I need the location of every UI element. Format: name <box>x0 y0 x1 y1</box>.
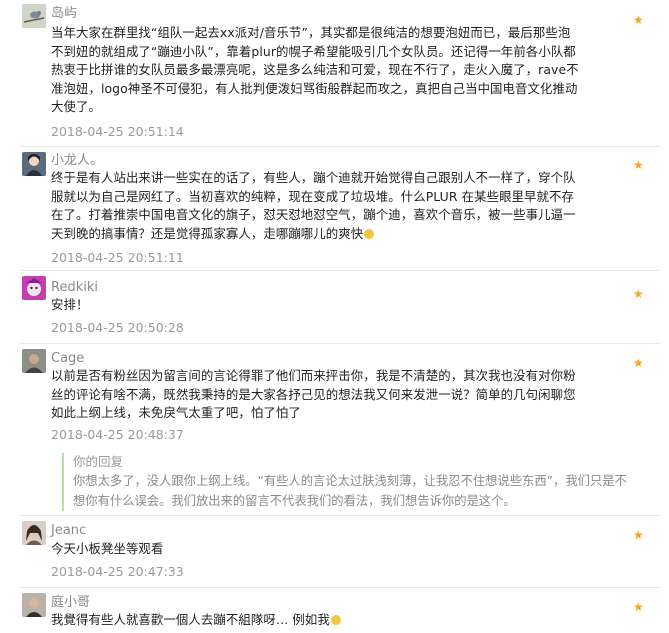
commenter-name[interactable]: Cage <box>51 351 84 367</box>
comment-item: 庭小哥 ★ 我覺得有些人就喜歡一個人去蹦不組隊呀… 例如我 <box>0 589 669 633</box>
star-icon[interactable]: ★ <box>633 357 644 369</box>
commenter-name[interactable]: Jeanc <box>51 523 86 539</box>
star-icon[interactable]: ★ <box>633 159 644 171</box>
divider <box>20 343 660 344</box>
comment-time: 2018-04-25 20:51:14 <box>51 124 184 139</box>
comment-text: 终于是有人站出来讲一些实在的话了，有些人，蹦个迪就开始觉得自己跟别人不一样了，穿… <box>51 169 581 243</box>
divider <box>20 270 660 271</box>
comment-item: 小龙人。 ★ 终于是有人站出来讲一些实在的话了，有些人，蹦个迪就开始觉得自己跟别… <box>0 149 669 269</box>
comment-text: 安排！ <box>51 297 89 312</box>
comment-item: 岛屿 ★ 当年大家在群里找“组队一起去xx派对/音乐节”，其实都是很纯洁的想要泡… <box>0 0 669 150</box>
bird-on-branch-avatar[interactable] <box>22 4 46 28</box>
person-photo-avatar[interactable] <box>22 593 46 617</box>
reply-text: 你想太多了，没人跟你上纲上线。“有些人的言论太过肤浅刻薄，让我忍不住想说些东西”… <box>73 474 627 508</box>
author-reply: 你的回复 你想太多了，没人跟你上纲上线。“有些人的言论太过肤浅刻薄，让我忍不住想… <box>62 453 633 511</box>
star-icon[interactable]: ★ <box>633 14 644 26</box>
reply-label: 你的回复 <box>73 454 124 469</box>
divider <box>20 146 660 147</box>
star-icon[interactable]: ★ <box>633 288 644 300</box>
comment-text: 我覺得有些人就喜歡一個人去蹦不組隊呀… 例如我 <box>51 611 581 630</box>
comment-text-body: 终于是有人站出来讲一些实在的话了，有些人，蹦个迪就开始觉得自己跟别人不一样了，穿… <box>51 170 576 241</box>
comment-text-body: 我覺得有些人就喜歡一個人去蹦不組隊呀… 例如我 <box>51 612 330 627</box>
commenter-name[interactable]: 岛屿 <box>51 6 77 22</box>
comment-item: Redkiki ★ 安排！ 2018-04-25 20:50:28 <box>0 272 669 340</box>
comment-item: Cage ★ 以前是否有粉丝因为留言间的言论得罪了他们而来抨击你，我是不清楚的，… <box>0 345 669 515</box>
commenter-name[interactable]: Redkiki <box>51 280 98 296</box>
smile-emoji-icon <box>330 615 341 625</box>
woman-photo-avatar[interactable] <box>22 521 46 545</box>
comment-time: 2018-04-25 20:51:11 <box>51 250 184 265</box>
commenter-name[interactable]: 庭小哥 <box>51 595 90 611</box>
man-photo-avatar[interactable] <box>22 349 46 373</box>
star-icon[interactable]: ★ <box>633 529 644 541</box>
star-icon[interactable]: ★ <box>633 601 644 613</box>
divider <box>20 587 660 588</box>
comment-item: Jeanc ★ 今天小板凳坐等观看 2018-04-25 20:47:33 <box>0 517 669 585</box>
girl-photo-avatar[interactable] <box>22 152 46 176</box>
divider <box>20 515 660 516</box>
comment-text: 以前是否有粉丝因为留言间的言论得罪了他们而来抨击你，我是不清楚的，其次我也没有对… <box>51 368 576 420</box>
comment-time: 2018-04-25 20:47:33 <box>51 564 184 579</box>
purple-cartoon-avatar[interactable] <box>22 276 46 300</box>
commenter-name[interactable]: 小龙人。 <box>51 153 103 169</box>
comment-time: 2018-04-25 20:48:37 <box>51 427 184 442</box>
comment-text: 当年大家在群里找“组队一起去xx派对/音乐节”，其实都是很纯洁的想要泡妞而已，最… <box>51 25 579 114</box>
comment-time: 2018-04-25 20:50:28 <box>51 320 184 335</box>
smile-emoji-icon <box>364 228 375 239</box>
comment-text: 今天小板凳坐等观看 <box>51 541 164 556</box>
